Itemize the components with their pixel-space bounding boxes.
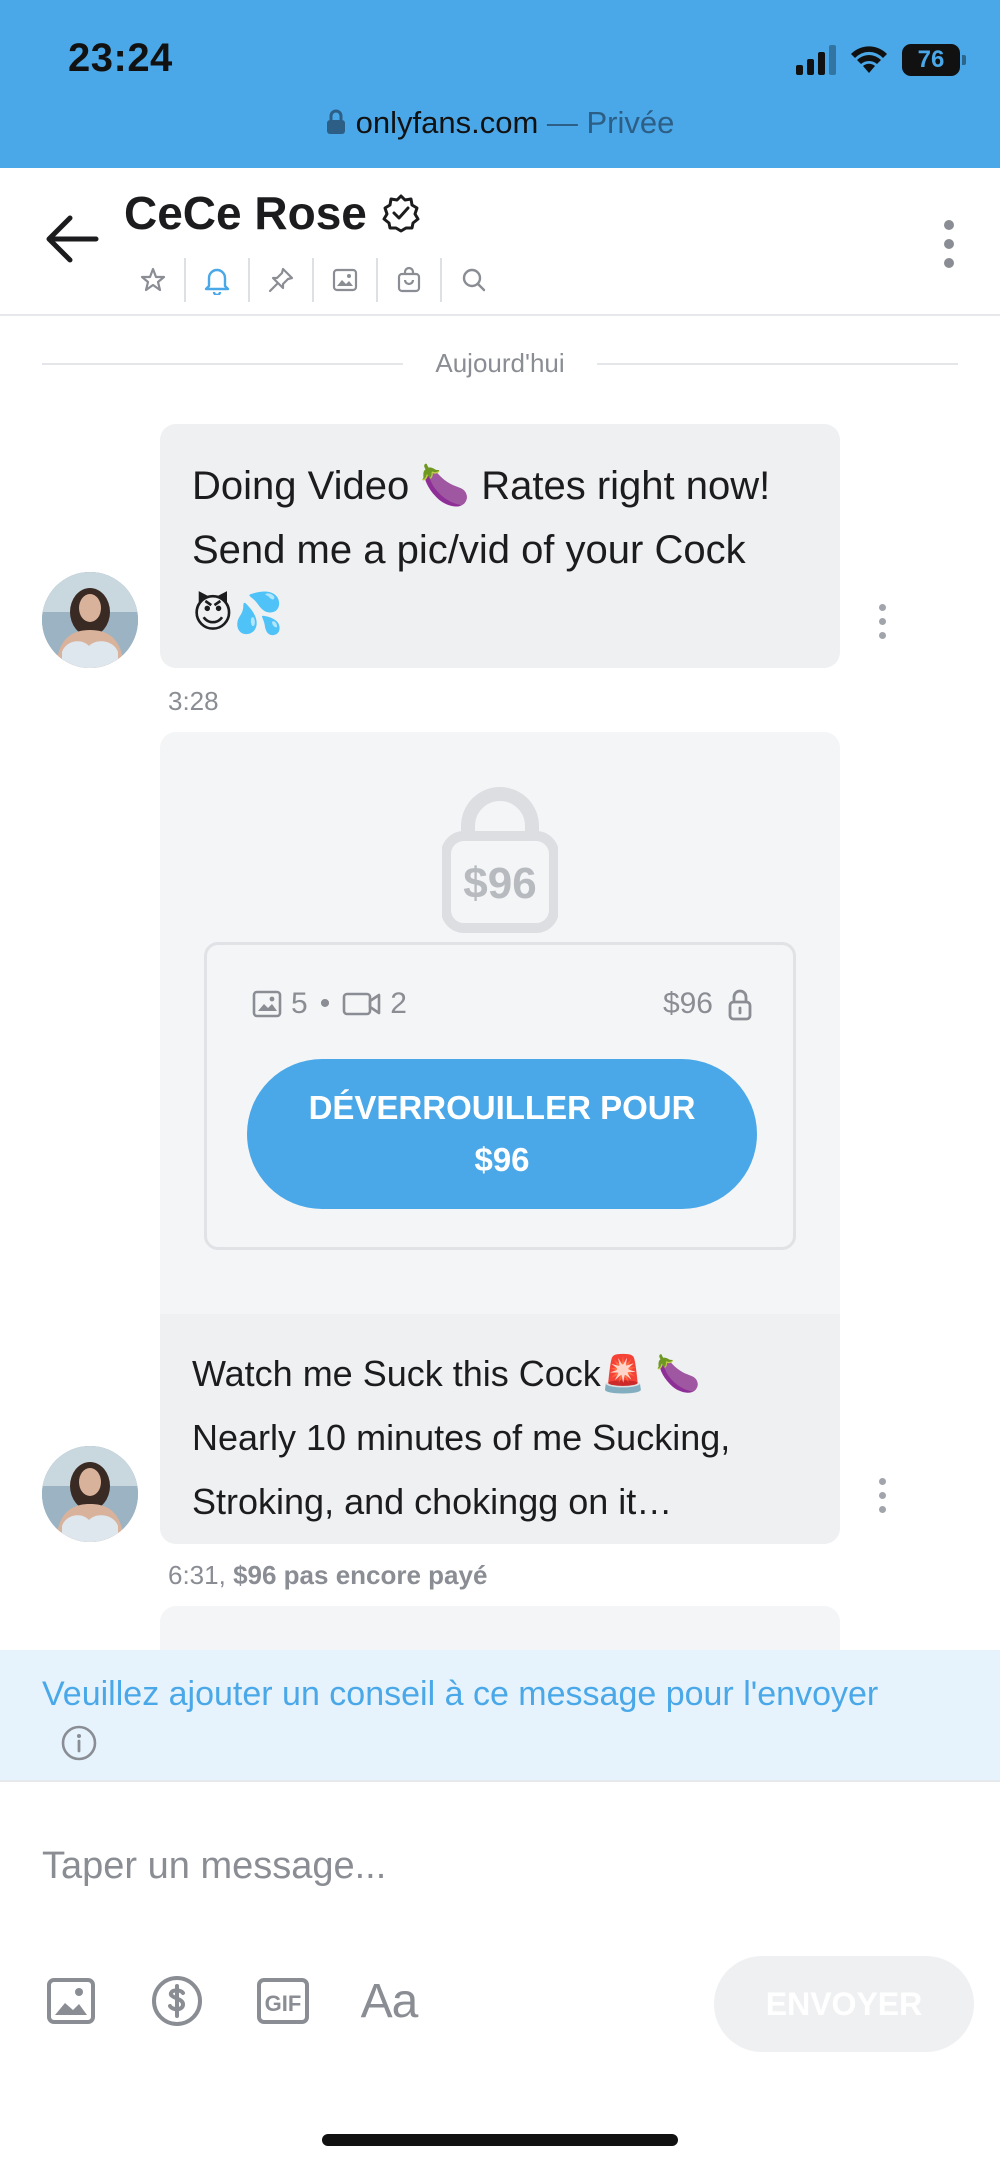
count-separator: •: [319, 987, 331, 1020]
gif-button[interactable]: GIF: [254, 1972, 312, 2030]
set-price-button[interactable]: [148, 1972, 206, 2030]
photo-count: 5: [291, 987, 308, 1020]
status-bar: 23:24 76 onlyfans.com — Privée: [0, 0, 1000, 168]
unlock-button[interactable]: DÉVERROUILLER POUR $96: [247, 1059, 757, 1209]
message-text-line: Doing Video 🍆 Rates right now!: [192, 464, 771, 508]
url-domain: onlyfans.com: [355, 105, 539, 140]
search-icon: [462, 268, 486, 292]
media-tool[interactable]: [314, 258, 378, 302]
tip-required-banner: Veuillez ajouter un conseil à ce message…: [0, 1650, 1000, 1780]
image-icon: [47, 1978, 95, 2024]
purchases-tool[interactable]: [378, 258, 442, 302]
url-bar[interactable]: onlyfans.com — Privée: [0, 105, 1000, 141]
back-arrow-icon[interactable]: [44, 214, 100, 264]
private-mode-label: Privée: [586, 105, 675, 140]
photo-count-icon: [252, 990, 282, 1018]
url-separator: —: [538, 105, 587, 140]
favorite-tool[interactable]: [122, 258, 186, 302]
send-button[interactable]: ENVOYER: [714, 1956, 974, 2052]
attach-media-button[interactable]: [42, 1972, 100, 2030]
media-counts: 5 • 2: [251, 987, 407, 1021]
chat-tools: [122, 258, 506, 302]
cellular-signal-icon: [796, 45, 836, 75]
payment-status: $96 pas encore payé: [233, 1560, 488, 1590]
avatar[interactable]: [42, 572, 138, 668]
message-text-line: Watch me Suck this Cock🚨 🍆: [192, 1353, 701, 1394]
message-timestamp: 3:28: [168, 686, 219, 716]
svg-text:GIF: GIF: [265, 1991, 302, 2016]
contact-name-row[interactable]: CeCe Rose: [124, 186, 421, 240]
date-divider-label: Aujourd'hui: [435, 348, 565, 378]
more-options-icon[interactable]: [944, 220, 956, 268]
status-icons: 76: [796, 44, 966, 76]
status-time: 23:24: [68, 36, 173, 80]
video-count: 2: [390, 987, 407, 1020]
message-text-line: 😈💦: [192, 592, 284, 636]
verified-badge-icon: [382, 194, 420, 233]
date-divider: Aujourd'hui: [42, 348, 958, 379]
star-icon: [140, 267, 166, 292]
contact-name: CeCe Rose: [124, 187, 367, 239]
text-format-button[interactable]: Aa: [360, 1972, 419, 2030]
message-caption[interactable]: Watch me Suck this Cock🚨 🍆 Nearly 10 min…: [160, 1314, 840, 1544]
wifi-icon: [851, 46, 887, 73]
avatar-image: [42, 1446, 138, 1542]
price-indicator: $96: [663, 987, 753, 1021]
message-options-icon[interactable]: [879, 1478, 887, 1513]
tip-required-text: Veuillez ajouter un conseil à ce message…: [42, 1675, 879, 1713]
video-count-icon: [342, 992, 381, 1016]
message-text-line: Stroking, and chokingg on it…: [192, 1481, 673, 1522]
search-tool[interactable]: [442, 258, 506, 302]
notifications-tool[interactable]: [186, 258, 250, 302]
gif-icon: GIF: [257, 1978, 309, 2024]
avatar-image: [42, 572, 138, 668]
message-bubble[interactable]: Doing Video 🍆 Rates right now! Send me a…: [160, 424, 840, 668]
price-lock-icon: $96: [442, 787, 558, 933]
info-icon[interactable]: [60, 1724, 98, 1762]
chat-header: CeCe Rose: [0, 168, 1000, 316]
composer-tools: GIF Aa: [42, 1972, 418, 2030]
lock-price-label: $96: [463, 859, 536, 908]
locked-media-message: $96 5 • 2 $96 DÉVERROUILLER POUR $96 Watc…: [160, 732, 840, 1544]
pin-icon: [268, 267, 294, 293]
battery-icon: 76: [902, 44, 966, 76]
unlock-card: 5 • 2 $96 DÉVERROUILLER POUR $96: [204, 942, 796, 1250]
lock-icon: [728, 989, 752, 1021]
message-bubble[interactable]: [160, 1606, 840, 1650]
message-text-line: Nearly 10 minutes of me Sucking,: [192, 1417, 731, 1458]
bell-icon: [204, 268, 230, 295]
message-options-icon[interactable]: [879, 604, 887, 639]
bag-icon: [397, 266, 421, 293]
text-format-label: Aa: [360, 1974, 419, 2028]
message-timestamp: 6:31, $96 pas encore payé: [168, 1560, 488, 1590]
message-composer: GIF Aa ENVOYER: [0, 1780, 1000, 2166]
chat-thread[interactable]: Aujourd'hui Doing Video 🍆 Rates right no…: [0, 318, 1000, 1650]
dollar-icon: [152, 1976, 202, 2026]
price-label: $96: [662, 987, 713, 1020]
message-text-line: Send me a pic/vid of your Cock: [192, 528, 746, 572]
pin-tool[interactable]: [250, 258, 314, 302]
avatar[interactable]: [42, 1446, 138, 1542]
image-icon: [332, 268, 358, 292]
lock-icon: [326, 109, 345, 134]
message-input[interactable]: [42, 1836, 942, 1896]
home-indicator[interactable]: [322, 2134, 678, 2146]
